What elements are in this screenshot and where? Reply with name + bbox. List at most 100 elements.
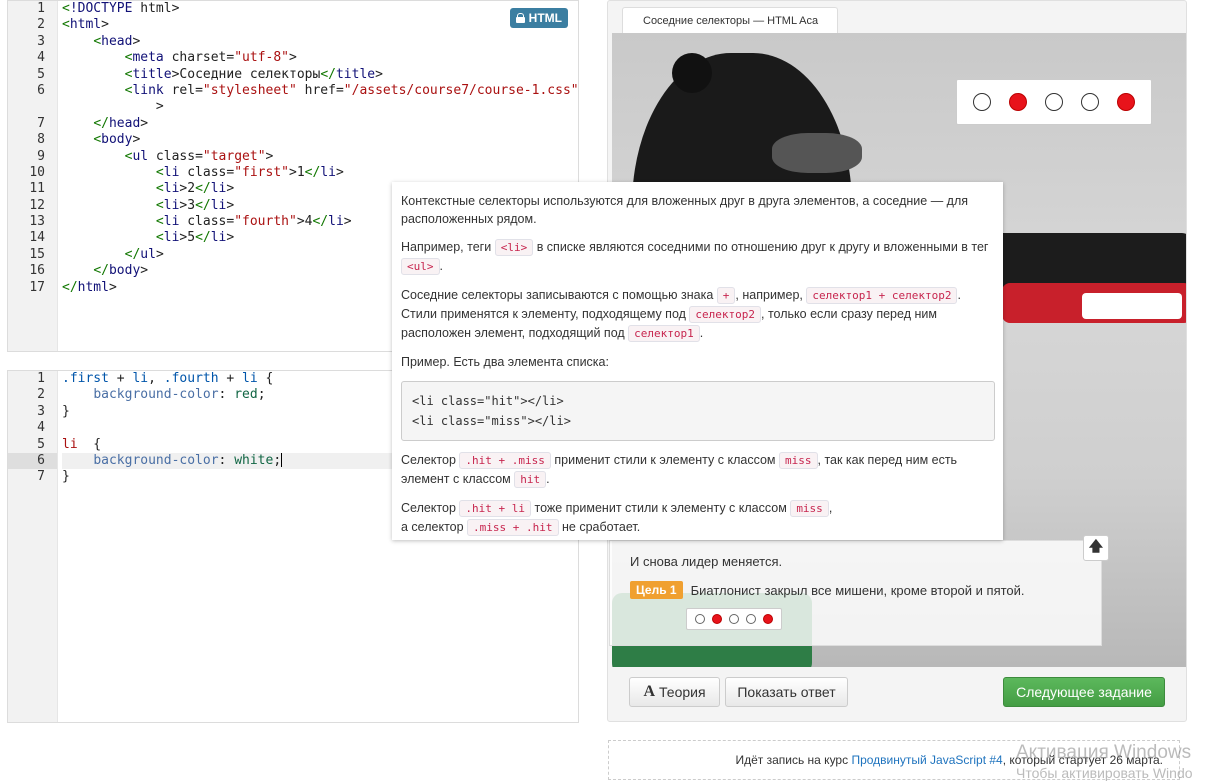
code-chip: miss bbox=[779, 452, 818, 469]
next-task-button[interactable]: Следующее задание bbox=[1003, 677, 1165, 707]
target-hit bbox=[1117, 93, 1135, 111]
theory-text: . bbox=[439, 259, 443, 273]
line-number: 10 bbox=[29, 164, 45, 180]
line-number: 1 bbox=[37, 371, 45, 386]
theory-text: . bbox=[546, 472, 550, 486]
code-line[interactable]: <body> bbox=[62, 132, 570, 148]
code-line[interactable]: <link rel="stylesheet" href="/assets/cou… bbox=[62, 83, 578, 99]
task-panel: 🡅 И снова лидер меняется. Цель 1 Биатлон… bbox=[609, 535, 1109, 646]
line-number: 1 bbox=[37, 1, 45, 16]
theory-paragraph-5: Селектор .hit + .miss применит стили к э… bbox=[401, 451, 995, 489]
theory-paragraph-3: Соседние селекторы записываются с помощь… bbox=[401, 286, 995, 343]
line-number: 12 bbox=[29, 197, 45, 213]
line-number: 7 bbox=[37, 469, 45, 485]
code-chip: .hit + .miss bbox=[459, 452, 551, 469]
course-link[interactable]: Продвинутый JavaScript #4 bbox=[851, 753, 1002, 767]
line-number: 15 bbox=[29, 246, 45, 262]
line-number: 8 bbox=[37, 132, 45, 148]
mini-target-open bbox=[695, 614, 705, 624]
line-number: 3 bbox=[37, 403, 45, 419]
watermark-subtitle: Чтобы активировать Windo bbox=[1016, 765, 1193, 781]
line-number: 14 bbox=[29, 230, 45, 246]
target-open bbox=[1081, 93, 1099, 111]
theory-text: , bbox=[828, 501, 833, 515]
goal-text: Биатлонист закрыл все мишени, кроме втор… bbox=[690, 582, 1025, 598]
code-line[interactable]: </head> bbox=[62, 116, 570, 132]
target-open bbox=[973, 93, 991, 111]
watermark-title: Активация Windows bbox=[1016, 742, 1192, 763]
arrow-up-icon: 🡅 bbox=[1088, 538, 1104, 554]
theory-text: Селектор bbox=[401, 453, 456, 467]
code-line[interactable]: <!DOCTYPE html> bbox=[62, 1, 570, 17]
html-line-gutter: 1 2 3 4 5 6 7 8 9 10 11 12 13 14 15 16 17 bbox=[8, 1, 58, 351]
line-number: 16 bbox=[29, 263, 45, 279]
line-number: 4 bbox=[37, 420, 45, 436]
goggles-shape bbox=[772, 133, 862, 173]
line-number: 3 bbox=[37, 33, 45, 49]
show-answer-button[interactable]: Показать ответ bbox=[725, 677, 848, 707]
theory-text: Селектор bbox=[401, 501, 456, 515]
line-number: 5 bbox=[37, 436, 45, 452]
theory-paragraph-6: Селектор .hit + li тоже применит стили к… bbox=[401, 499, 995, 537]
preview-tab[interactable]: Соседние селекторы — HTML Aca bbox=[622, 7, 838, 35]
theory-text: . bbox=[699, 326, 704, 340]
mini-target-hit bbox=[763, 614, 773, 624]
code-chip: <li> bbox=[494, 239, 534, 256]
html-language-badge: HTML bbox=[509, 8, 568, 29]
theory-icon: A bbox=[643, 683, 656, 700]
code-line[interactable]: > bbox=[62, 99, 570, 115]
code-line[interactable]: <head> bbox=[62, 34, 570, 50]
code-line[interactable]: <ul class="target"> bbox=[62, 149, 570, 165]
css-line-gutter: 1234567 bbox=[8, 371, 58, 722]
theory-paragraph-2: Например, теги <li> в списке являются со… bbox=[401, 238, 995, 276]
lock-icon bbox=[515, 13, 525, 24]
line-number: 13 bbox=[29, 214, 45, 230]
code-chip: .hit + li bbox=[459, 500, 532, 517]
line-number bbox=[8, 99, 57, 115]
code-line[interactable]: <li class="first">1</li> bbox=[62, 165, 570, 181]
theory-text: , например, bbox=[735, 288, 803, 302]
windows-activation-watermark: Активация Windows Чтобы активировать Win… bbox=[1016, 742, 1193, 782]
mini-target-open bbox=[729, 614, 739, 624]
theory-code-example: <li class="hit"></li> <li class="miss"><… bbox=[401, 381, 995, 441]
line-number: 5 bbox=[37, 66, 45, 82]
theory-paragraph-4: Пример. Есть два элемента списка: bbox=[401, 355, 609, 369]
theory-paragraph-1: Контекстные селекторы используются для в… bbox=[401, 194, 969, 226]
line-number: 9 bbox=[37, 148, 45, 164]
theory-button-label: Теория bbox=[659, 684, 706, 700]
theory-text: Например, теги bbox=[401, 240, 492, 254]
target-board bbox=[956, 79, 1152, 125]
line-number: 7 bbox=[37, 115, 45, 131]
theory-popup: Контекстные селекторы используются для в… bbox=[392, 182, 1003, 540]
sponsor-shape bbox=[1082, 293, 1182, 319]
theory-text: применит стили к элементу с классом bbox=[554, 453, 776, 467]
line-number: 6 bbox=[37, 82, 45, 98]
theory-text: в списке являются соседними по отношению… bbox=[536, 240, 989, 254]
code-chip: <ul> bbox=[401, 258, 440, 275]
html-badge-label: HTML bbox=[528, 11, 562, 25]
mini-target-open bbox=[746, 614, 756, 624]
announcement-text: Идёт запись на курс bbox=[735, 753, 849, 767]
code-chip: селектор1 bbox=[628, 325, 700, 342]
theory-text: а селектор bbox=[401, 520, 464, 534]
code-line[interactable]: <title>Соседние селекторы</title> bbox=[62, 67, 570, 83]
collapse-task-button[interactable]: 🡅 bbox=[1083, 535, 1109, 561]
text-cursor bbox=[281, 453, 283, 468]
target-hit bbox=[1009, 93, 1027, 111]
theory-text: Соседние селекторы записываются с помощь… bbox=[401, 288, 714, 302]
code-line[interactable]: <meta charset="utf-8"> bbox=[62, 50, 570, 66]
goal-example bbox=[686, 608, 782, 630]
theory-text: тоже применит стили к элементу с классом bbox=[534, 501, 787, 515]
line-number: 2 bbox=[37, 387, 45, 403]
line-number: 2 bbox=[37, 17, 45, 33]
theory-button[interactable]: A Теория bbox=[629, 677, 720, 707]
code-chip: + bbox=[716, 287, 736, 304]
goal-row: Цель 1 Биатлонист закрыл все мишени, кро… bbox=[630, 581, 1025, 599]
code-chip: hit bbox=[514, 471, 547, 488]
target-open bbox=[1045, 93, 1063, 111]
goal-targets bbox=[686, 608, 782, 630]
code-chip: селектор2 bbox=[689, 306, 762, 323]
theory-text: не сработает. bbox=[562, 520, 641, 534]
code-chip: селектор1 + селектор2 bbox=[806, 287, 958, 304]
code-line[interactable]: <html> bbox=[62, 17, 570, 33]
